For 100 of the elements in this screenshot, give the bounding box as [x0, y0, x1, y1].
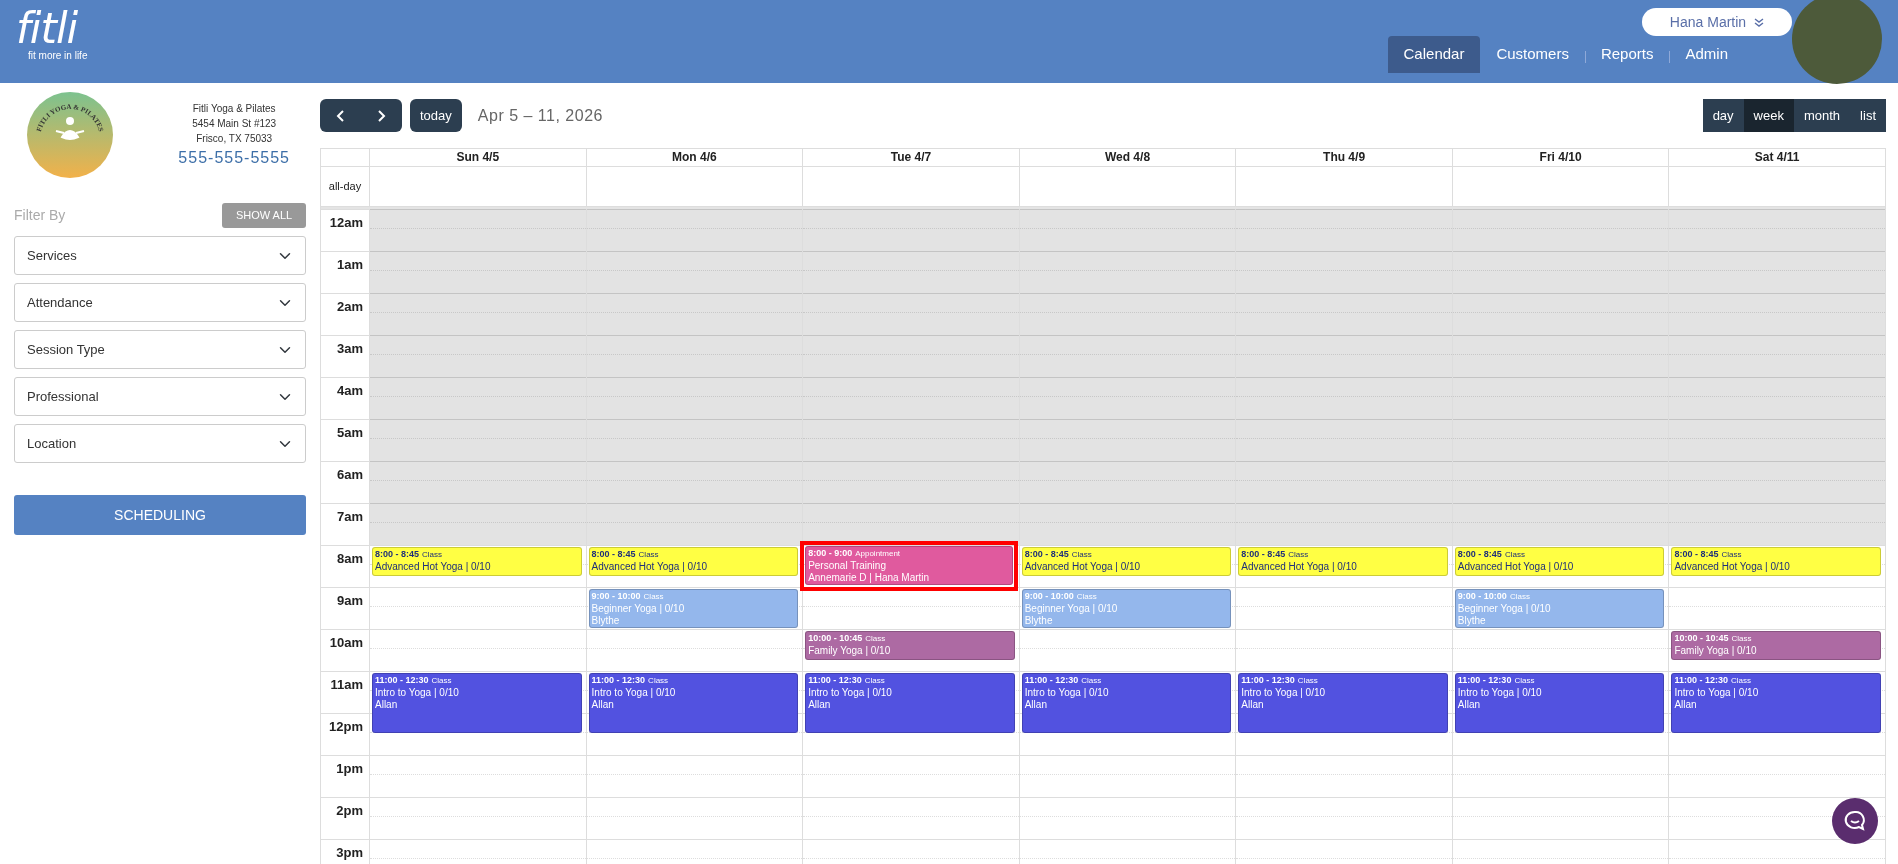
calendar-event[interactable]: 11:00 - 12:30 Class Intro to Yoga | 0/10 Allan [588, 673, 799, 733]
filter-dropdown[interactable]: Session Type [14, 330, 306, 369]
event-staff: Allan [591, 699, 615, 711]
calendar-event[interactable]: 8:00 - 9:00 Appointment Personal Training Annemarie D | Hana Martin [805, 546, 1013, 585]
event-time: 9:00 - 10:00 [1024, 591, 1074, 601]
next-button[interactable] [361, 99, 402, 132]
day-header: Fri 4/10 [1451, 149, 1669, 166]
event-time: 8:00 - 8:45 [1241, 549, 1286, 559]
event-type: Class [1081, 676, 1102, 685]
event-staff: Allan [1457, 699, 1482, 711]
date-range-title: Apr 5 – 11, 2026 [477, 105, 603, 126]
filter-dropdown[interactable]: Professional [14, 377, 306, 416]
filter-dropdown[interactable]: Services [14, 236, 306, 275]
view-button[interactable]: month [1793, 99, 1851, 132]
studio-name: Fitli Yoga & Pilates [191, 101, 277, 116]
event-type: Class [1076, 592, 1097, 601]
event-title: Intro to Yoga | 0/10 [1241, 687, 1327, 699]
event-title: Advanced Hot Yoga | 0/10 [1241, 561, 1358, 573]
event-staff: Annemarie D | Hana Martin [808, 572, 931, 584]
event-time: 11:00 - 12:30 [375, 675, 429, 685]
time-label: 9am [321, 587, 369, 629]
event-title: Advanced Hot Yoga | 0/10 [1457, 561, 1575, 573]
event-time: 9:00 - 10:00 [591, 591, 641, 601]
time-label: 12pm [321, 713, 369, 755]
scheduling-button[interactable]: SCHEDULING [14, 495, 306, 535]
nav-tab[interactable]: Calendar [1387, 36, 1481, 73]
event-staff: Allan [375, 699, 399, 711]
chat-button[interactable] [1832, 798, 1878, 844]
calendar-event[interactable]: 10:00 - 10:45 Class Family Yoga | 0/10 [1671, 631, 1881, 660]
view-button[interactable]: list [1850, 99, 1886, 132]
event-title: Personal Training [808, 560, 887, 572]
event-time: 8:00 - 8:45 [1457, 549, 1502, 559]
time-label: 2am [321, 293, 369, 335]
nav-tab[interactable]: Customers [1480, 36, 1585, 73]
event-title: Intro to Yoga | 0/10 [375, 687, 460, 699]
calendar-event[interactable]: 11:00 - 12:30 Class Intro to Yoga | 0/10 Allan [1021, 673, 1232, 733]
event-title: Intro to Yoga | 0/10 [591, 687, 677, 699]
event-type: Class [1504, 550, 1525, 559]
event-time: 8:00 - 8:45 [1024, 549, 1069, 559]
event-type: Class [638, 550, 659, 559]
event-time: 8:00 - 9:00 [808, 548, 853, 558]
event-staff: Allan [808, 699, 832, 711]
event-time: 10:00 - 10:45 [808, 633, 863, 643]
event-time: 8:00 - 8:45 [591, 549, 636, 559]
event-staff: Allan [1241, 699, 1265, 711]
user-menu-button[interactable]: Hana Martin [1642, 8, 1792, 36]
previous-button[interactable] [320, 99, 361, 132]
event-title: Intro to Yoga | 0/10 [1457, 687, 1543, 699]
calendar-event[interactable]: 11:00 - 12:30 Class Intro to Yoga | 0/10 Allan [1671, 673, 1881, 733]
studio-address: Frisco, TX 75033 [195, 131, 274, 146]
event-time: 11:00 - 12:30 [1241, 675, 1295, 685]
studio-phone: 555-555-5555 [178, 147, 290, 168]
event-title: Advanced Hot Yoga | 0/10 [591, 561, 709, 573]
event-staff: Allan [1674, 699, 1698, 711]
calendar-event[interactable]: 8:00 - 8:45 Class Advanced Hot Yoga | 0/10 [1021, 547, 1232, 576]
event-type: Class [648, 676, 669, 685]
event-staff: Allan [1024, 699, 1048, 711]
calendar-event[interactable]: 11:00 - 12:30 Class Intro to Yoga | 0/10 Allan [1238, 673, 1448, 733]
view-button[interactable]: day [1702, 99, 1744, 132]
event-time: 11:00 - 12:30 [1024, 675, 1079, 685]
event-title: Family Yoga | 0/10 [1674, 645, 1758, 657]
day-header: Wed 4/8 [1018, 149, 1236, 166]
event-time: 9:00 - 10:00 [1457, 591, 1507, 601]
event-title: Intro to Yoga | 0/10 [1024, 687, 1110, 699]
calendar-event[interactable]: 8:00 - 8:45 Class Advanced Hot Yoga | 0/10 [372, 547, 582, 576]
event-time: 11:00 - 12:30 [1674, 675, 1728, 685]
time-label: 10am [321, 629, 369, 671]
calendar-event[interactable]: 8:00 - 8:45 Class Advanced Hot Yoga | 0/10 [1671, 547, 1881, 576]
event-time: 8:00 - 8:45 [375, 549, 420, 559]
event-type: Class [422, 550, 443, 559]
event-title: Advanced Hot Yoga | 0/10 [1674, 561, 1791, 573]
calendar-event[interactable]: 11:00 - 12:30 Class Intro to Yoga | 0/10 Allan [1454, 673, 1665, 733]
event-type: Class [431, 676, 452, 685]
filter-dropdown[interactable]: Location [14, 424, 306, 463]
time-label: 5am [321, 419, 369, 461]
event-title: Advanced Hot Yoga | 0/10 [375, 561, 492, 573]
time-label: 3pm [321, 839, 369, 864]
event-title: Intro to Yoga | 0/10 [1674, 687, 1760, 699]
event-type: Class [1288, 550, 1309, 559]
day-header: Mon 4/6 [585, 149, 803, 166]
filter-dropdown[interactable]: Attendance [14, 283, 306, 322]
event-type: Class [1297, 676, 1318, 685]
event-time: 11:00 - 12:30 [1457, 675, 1512, 685]
calendar-event[interactable]: 8:00 - 8:45 Class Advanced Hot Yoga | 0/10 [588, 547, 799, 576]
calendar-event[interactable]: 11:00 - 12:30 Class Intro to Yoga | 0/10 Allan [372, 673, 582, 733]
today-button[interactable]: today [410, 99, 462, 132]
time-label: 3am [321, 335, 369, 377]
chevron-right-icon [377, 110, 386, 123]
time-label: 7am [321, 503, 369, 545]
time-label: 8am [321, 545, 369, 587]
brand-tagline: fit more in life [28, 49, 88, 63]
calendar-event[interactable]: 8:00 - 8:45 Class Advanced Hot Yoga | 0/10 [1238, 547, 1448, 576]
time-label: 1am [321, 251, 369, 293]
calendar-event[interactable]: 11:00 - 12:30 Class Intro to Yoga | 0/10 Allan [805, 673, 1015, 733]
filter-label: Filter By [14, 206, 66, 225]
view-button[interactable]: week [1743, 99, 1794, 132]
calendar-event[interactable]: 10:00 - 10:45 Class Family Yoga | 0/10 [805, 631, 1015, 660]
event-type: Class [1514, 676, 1535, 685]
chevron-left-icon [336, 110, 345, 123]
calendar-event[interactable]: 8:00 - 8:45 Class Advanced Hot Yoga | 0/10 [1454, 547, 1665, 576]
